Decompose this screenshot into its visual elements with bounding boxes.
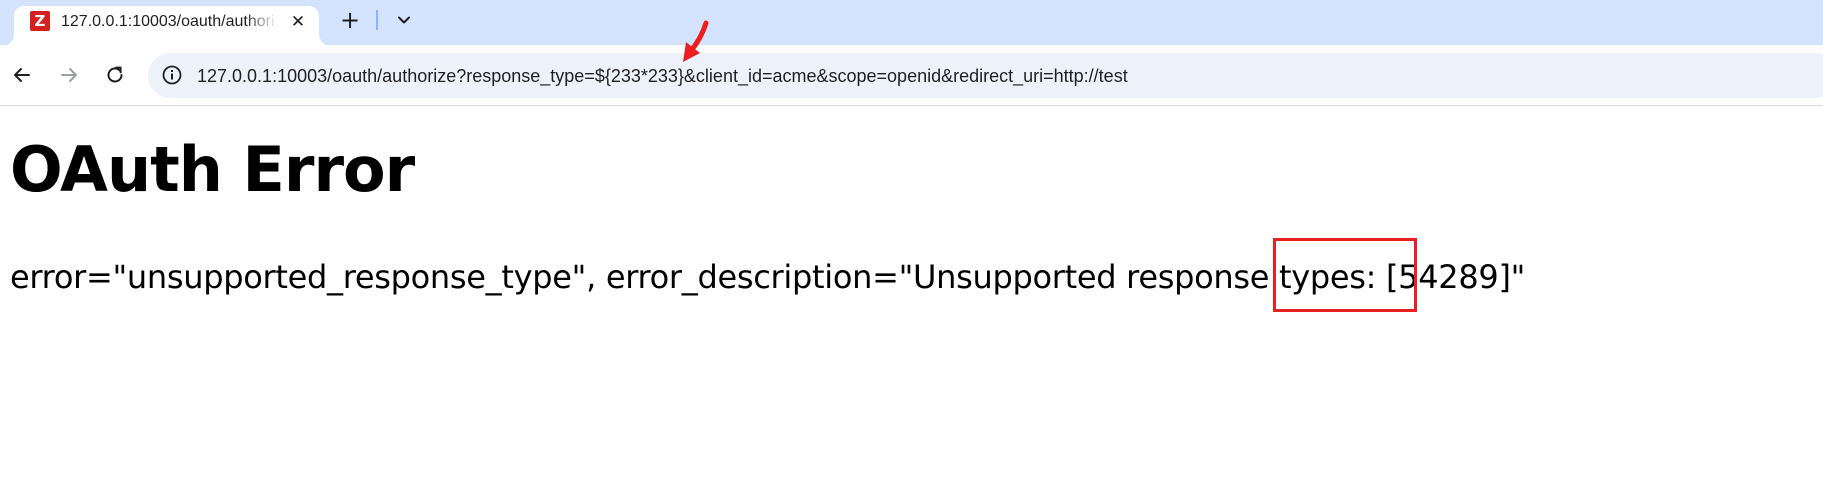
new-tab-button[interactable]: +	[336, 6, 364, 34]
page-content: OAuth Error error="unsupported_response_…	[0, 106, 1823, 490]
tab-search-chevron-icon[interactable]	[392, 8, 416, 32]
red-highlight-box	[1273, 238, 1417, 312]
forward-arrow-icon[interactable]	[57, 63, 81, 87]
url-text[interactable]: 127.0.0.1:10003/oauth/authorize?response…	[197, 65, 1128, 87]
back-arrow-icon[interactable]	[10, 63, 34, 87]
browser-toolbar: 127.0.0.1:10003/oauth/authorize?response…	[0, 45, 1823, 106]
info-icon[interactable]	[161, 64, 183, 86]
page-title: OAuth Error	[10, 133, 415, 206]
address-bar[interactable]: 127.0.0.1:10003/oauth/authorize?response…	[148, 53, 1823, 98]
reload-icon[interactable]	[103, 63, 127, 87]
browser-window: Z 127.0.0.1:10003/oauth/authorize ✕ + 12…	[0, 0, 1823, 490]
tab-title: 127.0.0.1:10003/oauth/authorize	[61, 13, 277, 30]
browser-tab[interactable]: Z 127.0.0.1:10003/oauth/authorize ✕	[14, 6, 319, 46]
tab-strip: Z 127.0.0.1:10003/oauth/authorize ✕ +	[0, 0, 1823, 46]
site-favicon-icon: Z	[30, 11, 50, 31]
tab-close-icon[interactable]: ✕	[288, 12, 308, 32]
red-annotation-arrow-icon	[683, 20, 709, 62]
tab-separator	[376, 10, 378, 30]
